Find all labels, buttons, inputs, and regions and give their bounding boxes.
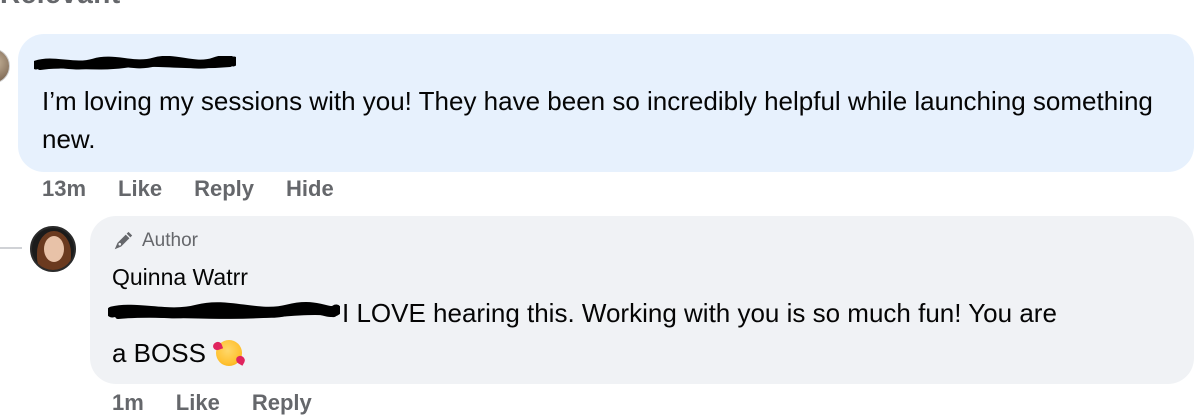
comment-text: I’m loving my sessions with you! They ha… (42, 86, 1153, 154)
thread-connector-line (0, 247, 22, 249)
comment-actions: 13m Like Reply Hide (42, 176, 366, 202)
commenter-avatar[interactable] (0, 48, 10, 84)
like-button[interactable]: Like (118, 176, 162, 202)
author-name[interactable]: Quinna Watrr (112, 264, 248, 291)
comment-timestamp[interactable]: 13m (42, 176, 86, 202)
reply-timestamp[interactable]: 1m (112, 390, 144, 416)
reply-text-line2: a BOSS (112, 334, 247, 372)
reply-button[interactable]: Reply (252, 390, 312, 416)
reply-text-line2-label: a BOSS (112, 338, 206, 368)
section-header: Relevant (0, 0, 121, 10)
redacted-mention (108, 301, 340, 319)
comments-panel: Relevant I’m loving my sessions with you… (0, 0, 1200, 420)
hide-button[interactable]: Hide (286, 176, 334, 202)
pen-nib-icon (114, 231, 133, 250)
author-badge: Author (112, 230, 198, 252)
like-button[interactable]: Like (176, 390, 220, 416)
reply-text-line1: I LOVE hearing this. Working with you is… (342, 298, 1057, 328)
redacted-commenter-name (34, 56, 236, 70)
author-avatar[interactable] (30, 226, 76, 272)
smiling-face-with-hearts-icon (211, 340, 247, 366)
author-badge-label: Author (142, 230, 198, 251)
reply-button[interactable]: Reply (194, 176, 254, 202)
reply-actions: 1m Like Reply (112, 390, 344, 416)
